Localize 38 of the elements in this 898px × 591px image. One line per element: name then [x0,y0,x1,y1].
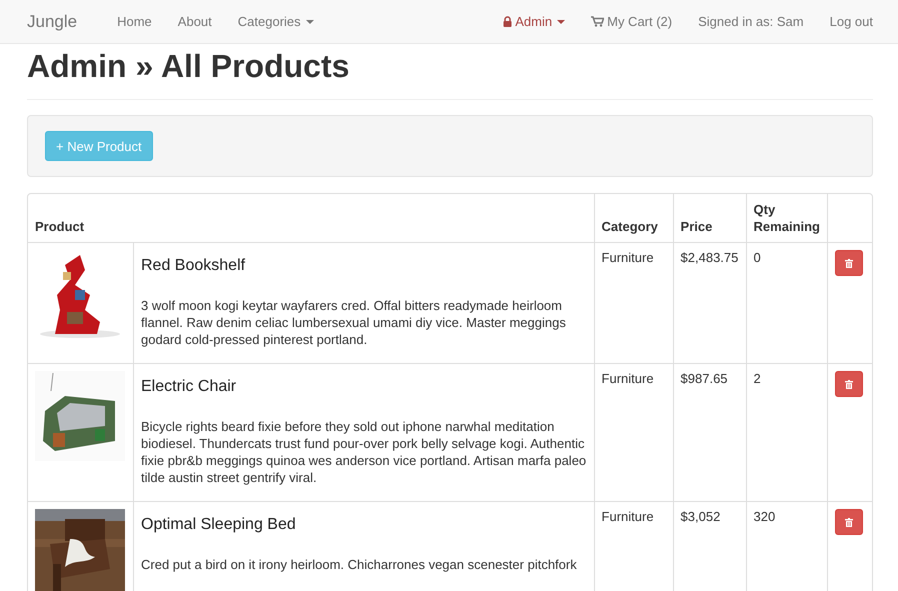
table-cell: $2,483.75 [672,242,746,363]
column-header: Price [672,194,746,242]
column-header: Product [34,218,86,236]
brand-link[interactable]: Jungle [0,12,104,32]
cart-link[interactable]: My Cart (2) [578,14,686,29]
nav-link[interactable]: Home [104,14,165,29]
logout-link[interactable]: Log out [816,14,898,29]
table-cell: Furniture [594,363,673,501]
categories-dropdown[interactable]: Categories [224,14,327,29]
caret-icon [306,20,314,24]
cart-icon [591,16,604,27]
table-cell: $987.65 [672,363,746,501]
product-name: Red Bookshelf [141,257,246,275]
table-cell: Furniture [594,242,673,363]
caret-icon [557,20,566,24]
product-name: Electric Chair [141,378,238,396]
page-heading: Admin » All Products [27,47,350,85]
nav-link[interactable]: About [164,14,225,29]
column-header: Qty Remaining [746,194,827,242]
delete-button[interactable] [835,509,863,535]
product-description: Cred put a bird on it irony heirloom. Chicharrones vegan scenester pitchfork [141,556,578,573]
table-cell: 2 [746,363,827,501]
table-cell: $3,052 [672,501,746,591]
table-cell: Furniture [594,501,673,591]
signed-in-text: Signed in as: Sam [697,14,805,29]
lock-icon [503,16,512,27]
trash-icon [845,380,853,388]
delete-button[interactable] [835,371,863,397]
product-name: Optimal Sleeping Bed [141,516,297,534]
delete-button[interactable] [835,250,863,276]
trash-icon [845,518,853,526]
column-header: Category [594,194,673,242]
table-cell: 320 [746,501,827,591]
admin-dropdown[interactable]: Admin [490,14,578,29]
product-description: Bicycle rights beard fixie before they sold out iphone narwhal meditation biodiesel. Thundercats trust fund pour-over pork belly selvage kogi. Authentic fixie pbr&b meggings quinoa wes anderson vice portland. Artisan marfa paleo tilde austin street gentrify viral. [141,418,587,486]
trash-icon [845,258,853,268]
table-cell: 0 [746,242,827,363]
product-description: 3 wolf moon kogi keytar wayfarers cred. Offal bitters readymade heirloom flannel. Raw denim celiac lumbersexual umami diy vice. Master meggings godard cold-pressed pinterest portland. [141,297,567,348]
